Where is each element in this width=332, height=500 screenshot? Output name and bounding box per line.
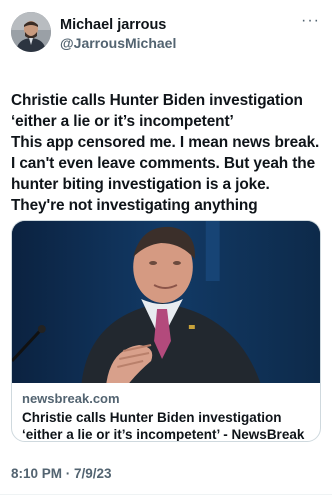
divider <box>0 494 332 495</box>
article-photo <box>12 221 320 383</box>
more-options-icon[interactable]: ··· <box>301 13 320 29</box>
tweet-text: Christie calls Hunter Biden investigatio… <box>11 92 320 214</box>
link-card-meta: newsbreak.com Christie calls Hunter Bide… <box>12 383 320 441</box>
tweet-timestamp[interactable]: 8:10 PM · 7/9/23 <box>11 466 112 481</box>
avatar[interactable] <box>11 12 51 52</box>
author-display-name[interactable]: Michael jarrous <box>60 16 176 34</box>
author-handle[interactable]: @JarrousMichael <box>60 34 176 52</box>
link-card-domain: newsbreak.com <box>22 391 120 406</box>
user-avatar-icon <box>11 12 51 52</box>
tweet-header: Michael jarrous @JarrousMichael <box>11 12 321 56</box>
link-card-title[interactable]: Christie calls Hunter Biden investigatio… <box>22 409 310 441</box>
tweet: Michael jarrous @JarrousMichael ··· Chri… <box>0 0 332 500</box>
author-names: Michael jarrous @JarrousMichael <box>60 12 176 52</box>
link-card[interactable]: newsbreak.com Christie calls Hunter Bide… <box>11 220 321 442</box>
